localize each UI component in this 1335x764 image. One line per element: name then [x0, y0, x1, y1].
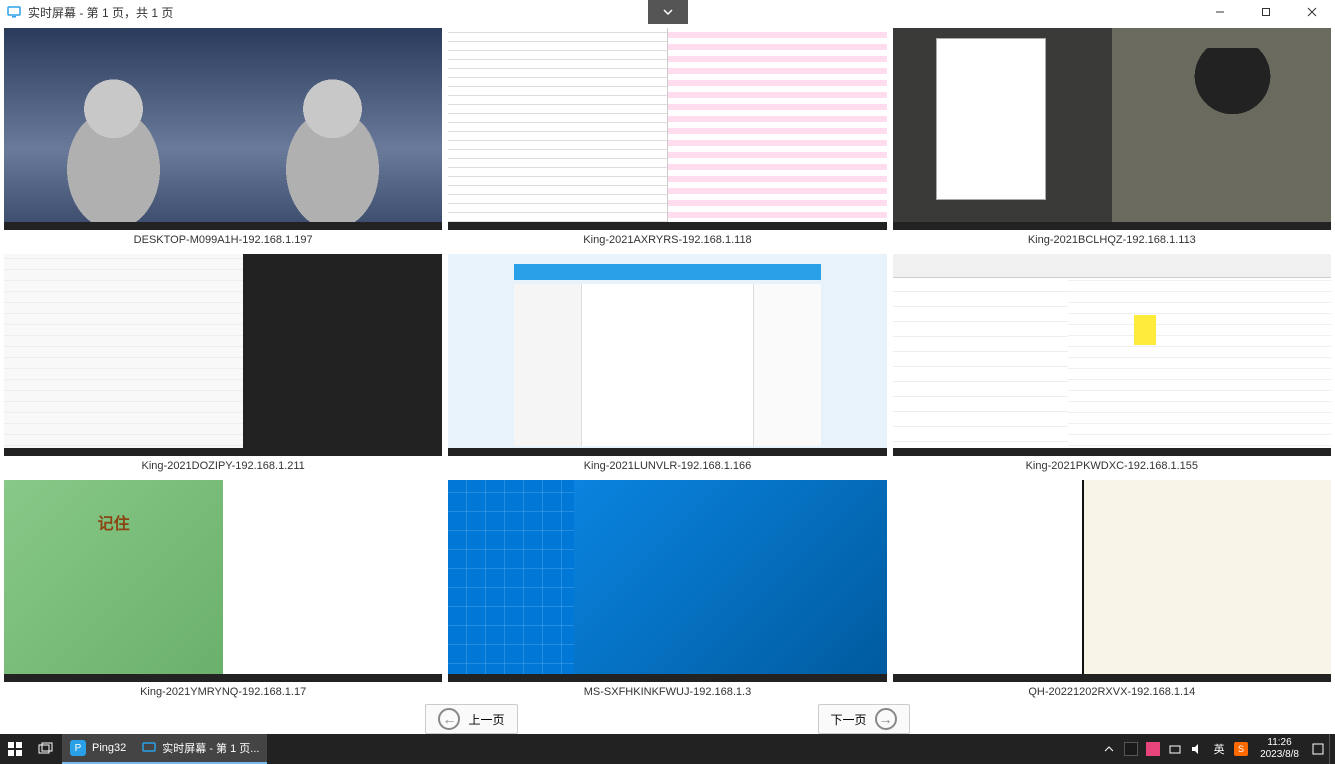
tray-app-icon[interactable]	[1120, 734, 1142, 764]
screen-thumbnail[interactable]	[448, 480, 886, 682]
screen-label: King-2021LUNVLR-192.168.1.166	[448, 456, 886, 474]
dropdown-toggle-button[interactable]	[648, 0, 688, 24]
screen-cell: King-2021BCLHQZ-192.168.1.113	[893, 28, 1331, 248]
window-controls	[1197, 0, 1335, 24]
taskbar-app-label: 实时屏幕 - 第 1 页...	[162, 740, 259, 756]
screen-cell: DESKTOP-M099A1H-192.168.1.197	[4, 28, 442, 248]
taskbar-app-ping32[interactable]: P Ping32	[62, 734, 134, 764]
screen-thumbnail[interactable]	[448, 28, 886, 230]
taskbar: P Ping32 实时屏幕 - 第 1 页... 英 S 11:26 2023/…	[0, 734, 1335, 764]
titlebar: 实时屏幕 - 第 1 页，共 1 页	[0, 0, 1335, 24]
screen-cell: King-2021PKWDXC-192.168.1.155	[893, 254, 1331, 474]
task-view-button[interactable]	[30, 734, 62, 764]
pagination: ← 上一页 下一页 →	[0, 704, 1335, 734]
screen-thumbnail[interactable]: 记住	[4, 480, 442, 682]
screen-cell: MS-SXFHKINKFWUJ-192.168.1.3	[448, 480, 886, 700]
window-title: 实时屏幕 - 第 1 页，共 1 页	[28, 4, 173, 21]
arrow-right-icon: →	[875, 708, 897, 730]
screen-label: King-2021AXRYRS-192.168.1.118	[448, 230, 886, 248]
screen-thumbnail[interactable]	[448, 254, 886, 456]
close-button[interactable]	[1289, 0, 1335, 24]
screen-label: QH-20221202RXVX-192.168.1.14	[893, 682, 1331, 700]
tray-sogou-icon[interactable]: S	[1230, 734, 1252, 764]
screen-label: MS-SXFHKINKFWUJ-192.168.1.3	[448, 682, 886, 700]
screen-thumbnail[interactable]	[4, 254, 442, 456]
notification-center-button[interactable]	[1307, 734, 1329, 764]
thumb-text: 记住	[4, 510, 223, 534]
minimize-button[interactable]	[1197, 0, 1243, 24]
screen-label: King-2021BCLHQZ-192.168.1.113	[893, 230, 1331, 248]
maximize-button[interactable]	[1243, 0, 1289, 24]
tray-volume-icon[interactable]	[1186, 734, 1208, 764]
app-icon	[6, 4, 22, 20]
screen-label: King-2021PKWDXC-192.168.1.155	[893, 456, 1331, 474]
screen-cell: King-2021AXRYRS-192.168.1.118	[448, 28, 886, 248]
prev-page-button[interactable]: ← 上一页	[425, 704, 517, 734]
screen-label: DESKTOP-M099A1H-192.168.1.197	[4, 230, 442, 248]
screen-thumbnail[interactable]	[893, 28, 1331, 230]
screen-cell: King-2021LUNVLR-192.168.1.166	[448, 254, 886, 474]
tray-app-icon[interactable]	[1142, 734, 1164, 764]
screen-cell: King-2021DOZIPY-192.168.1.211	[4, 254, 442, 474]
taskbar-app-realtime[interactable]: 实时屏幕 - 第 1 页...	[134, 734, 267, 764]
taskbar-clock[interactable]: 11:26 2023/8/8	[1252, 737, 1307, 761]
next-page-button[interactable]: 下一页 →	[818, 704, 910, 734]
tray-network-icon[interactable]	[1164, 734, 1186, 764]
screen-cell: QH-20221202RXVX-192.168.1.14	[893, 480, 1331, 700]
screen-thumbnail[interactable]	[4, 28, 442, 230]
tray-overflow-icon[interactable]	[1098, 734, 1120, 764]
clock-date: 2023/8/8	[1260, 749, 1299, 761]
screen-thumbnail[interactable]	[893, 254, 1331, 456]
taskbar-app-label: Ping32	[92, 742, 126, 754]
start-button[interactable]	[0, 734, 30, 764]
tray-ime-indicator[interactable]: 英	[1208, 734, 1230, 764]
arrow-left-icon: ←	[438, 708, 460, 730]
screen-cell: 记住 King-2021YMRYNQ-192.168.1.17	[4, 480, 442, 700]
prev-label: 上一页	[468, 711, 504, 728]
screen-grid: DESKTOP-M099A1H-192.168.1.197 King-2021A…	[0, 24, 1335, 704]
system-tray: 英 S 11:26 2023/8/8	[1098, 734, 1335, 764]
screen-thumbnail[interactable]	[893, 480, 1331, 682]
screen-label: King-2021YMRYNQ-192.168.1.17	[4, 682, 442, 700]
clock-time: 11:26	[1260, 737, 1299, 749]
next-label: 下一页	[831, 711, 867, 728]
ime-label: 英	[1214, 741, 1225, 757]
screen-label: King-2021DOZIPY-192.168.1.211	[4, 456, 442, 474]
show-desktop-button[interactable]	[1329, 734, 1335, 764]
